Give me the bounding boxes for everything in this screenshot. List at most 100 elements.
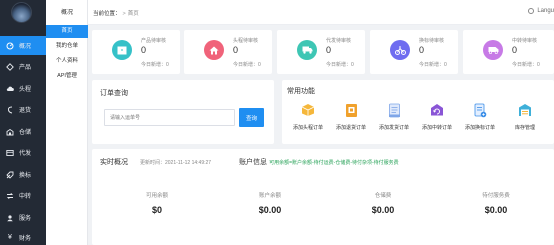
transfer-icon [6, 192, 14, 200]
stat-card-product[interactable]: 产品待审核 0 今日新增：0 [92, 30, 180, 74]
stat-today: 今日新增：0 [512, 62, 540, 68]
function-label: 添加头程订单 [292, 125, 323, 131]
add-transfer-order-button[interactable]: 添加中转订单 [417, 100, 457, 138]
globe-icon [528, 8, 535, 14]
van-icon [483, 40, 503, 60]
subnav-title: 概况 [60, 10, 73, 16]
sidebar-item-label: 换标 [19, 173, 32, 179]
sidebar-item-label: 代发 [19, 151, 32, 157]
sidebar-item-dropship[interactable]: 代发 [0, 143, 46, 162]
sidebar-item-label: 退货 [19, 108, 32, 114]
metric-available-balance: 可用余额 $0 [92, 191, 222, 215]
metric-storage-fee: 仓储费 $0.00 [318, 191, 448, 215]
subnav-item-home[interactable]: 首页 [46, 25, 88, 38]
metric-value: $0.00 [371, 205, 395, 215]
add-relabel-order-button[interactable]: 添加换标订单 [460, 100, 500, 138]
order-query-title: 订单查询 [100, 90, 128, 97]
sidebar-item-product[interactable]: 产品 [0, 57, 46, 76]
sidebar-item-transfer[interactable]: 中转 [0, 186, 46, 205]
sidebar-item-return[interactable]: 退货 [0, 100, 46, 119]
common-functions-card: 常用功能 添加头程订单 添加退货订单 添加发货订单 添加中转订单 添加换标订单 [282, 80, 554, 144]
bike-icon [390, 40, 410, 60]
metric-label: 账户余额 [258, 193, 281, 199]
sidebar-item-overview[interactable]: 概况 [0, 36, 46, 55]
metric-label: 待付服务费 [482, 193, 510, 199]
stat-card-transfer[interactable]: 中转待审核 0 今日新增：0 [463, 30, 554, 74]
box-icon [112, 40, 132, 60]
sidebar-item-label: 产品 [19, 65, 32, 71]
metric-value: $0.00 [258, 205, 282, 215]
inventory-management-button[interactable]: 库存管理 [503, 100, 547, 138]
language-label: Langu [537, 8, 554, 14]
sidebar-item-label: 服务 [19, 216, 32, 222]
metric-label: 仓储费 [374, 193, 392, 199]
subnav-item-profile[interactable]: 个人资料 [46, 55, 88, 68]
function-label: 库存管理 [514, 125, 535, 131]
stat-today: 今日新增：0 [419, 62, 447, 68]
sidebar-item-storage[interactable]: 仓储 [0, 122, 46, 141]
return-icon [6, 106, 14, 114]
ship-order-icon [387, 102, 401, 118]
stat-label: 中转待审核 [512, 38, 538, 44]
stat-value: 0 [233, 45, 239, 55]
subnav-item-my-warehouse[interactable]: 我的仓单 [46, 40, 88, 53]
stat-label: 产品待审核 [141, 38, 167, 44]
overview-header: 实时概况 更新时间：2021-11-12 14:49:27 账户信息 可用余额=… [100, 157, 399, 167]
yen-icon: ¥ [8, 234, 12, 241]
dashboard-icon [6, 42, 14, 50]
function-label: 添加退货订单 [335, 125, 366, 131]
query-button[interactable]: 查询 [239, 108, 264, 127]
waybill-search-input[interactable] [104, 109, 235, 126]
add-return-order-button[interactable]: 添加退货订单 [331, 100, 371, 138]
add-shipment-order-button[interactable]: 添加发货订单 [374, 100, 414, 138]
stat-value: 0 [326, 45, 332, 55]
stat-value: 0 [419, 45, 425, 55]
stat-today: 今日新增：0 [326, 62, 354, 68]
sidebar-item-label: 概况 [19, 44, 32, 50]
sidebar-item-finance[interactable]: ¥ 财务 [0, 228, 46, 245]
stat-label: 换标待审核 [419, 38, 445, 44]
stat-label: 代发待审核 [326, 38, 352, 44]
sidebar-item-label: 仓储 [19, 130, 32, 136]
function-label: 添加中转订单 [421, 125, 452, 131]
stat-today: 今日新增：0 [233, 62, 261, 68]
subnav-item-api[interactable]: API管理 [46, 70, 88, 83]
stat-today: 今日新增：0 [141, 62, 169, 68]
sub-navigation: 概况 首页 我的仓单 个人资料 API管理 [46, 0, 88, 245]
stat-card-headhaul[interactable]: 头程待审核 0 今日新增：0 [184, 30, 272, 74]
truck-icon [297, 40, 317, 60]
product-icon [6, 62, 14, 71]
stat-value: 0 [141, 45, 147, 55]
transfer-order-icon [430, 102, 444, 118]
function-label: 添加换标订单 [464, 125, 495, 131]
metric-value: $0 [151, 205, 162, 215]
sidebar-item-relabel[interactable]: 换标 [0, 165, 46, 184]
metric-account-balance: 账户余额 $0.00 [205, 191, 335, 215]
language-switcher[interactable]: Langu [528, 8, 554, 14]
account-info-title: 账户信息 [239, 159, 268, 166]
breadcrumb-current[interactable]: 首页 [128, 11, 139, 17]
update-time: 更新时间：2021-11-12 14:49:27 [140, 160, 212, 166]
sidebar-item-service[interactable]: 服务 [0, 208, 46, 227]
metric-service-fee-due: 待付服务费 $0.00 [431, 191, 554, 215]
top-bar: 当前位置： > 首页 Langu [88, 0, 554, 25]
add-headhaul-order-button[interactable]: 添加头程订单 [288, 100, 328, 138]
overview-title: 实时概况 [100, 159, 128, 166]
label-icon [6, 171, 14, 179]
sidebar-item-label: 财务 [19, 236, 32, 242]
common-functions-title: 常用功能 [287, 88, 315, 95]
user-avatar[interactable] [11, 2, 32, 23]
stat-card-dropship[interactable]: 代发待审核 0 今日新增：0 [277, 30, 365, 74]
main-sidebar: 概况 产品 头程 退货 仓储 代发 换标 中转 服务 ¥ 财务 [0, 0, 46, 245]
breadcrumb: 当前位置： > 首页 [93, 11, 139, 17]
sidebar-item-headhaul[interactable]: 头程 [0, 79, 46, 98]
warehouse-icon [6, 128, 14, 136]
stat-label: 头程待审核 [233, 38, 259, 44]
home-icon [204, 40, 224, 60]
balance-formula: 可用余额=账户余额-待付运费-仓储费-待付杂项-待付服务费 [269, 160, 399, 166]
stat-card-relabel[interactable]: 换标待审核 0 今日新增：0 [370, 30, 458, 74]
truck-icon [6, 149, 14, 157]
stat-value: 0 [512, 45, 518, 55]
metric-label: 可用余额 [145, 193, 168, 199]
inventory-icon [518, 102, 532, 118]
